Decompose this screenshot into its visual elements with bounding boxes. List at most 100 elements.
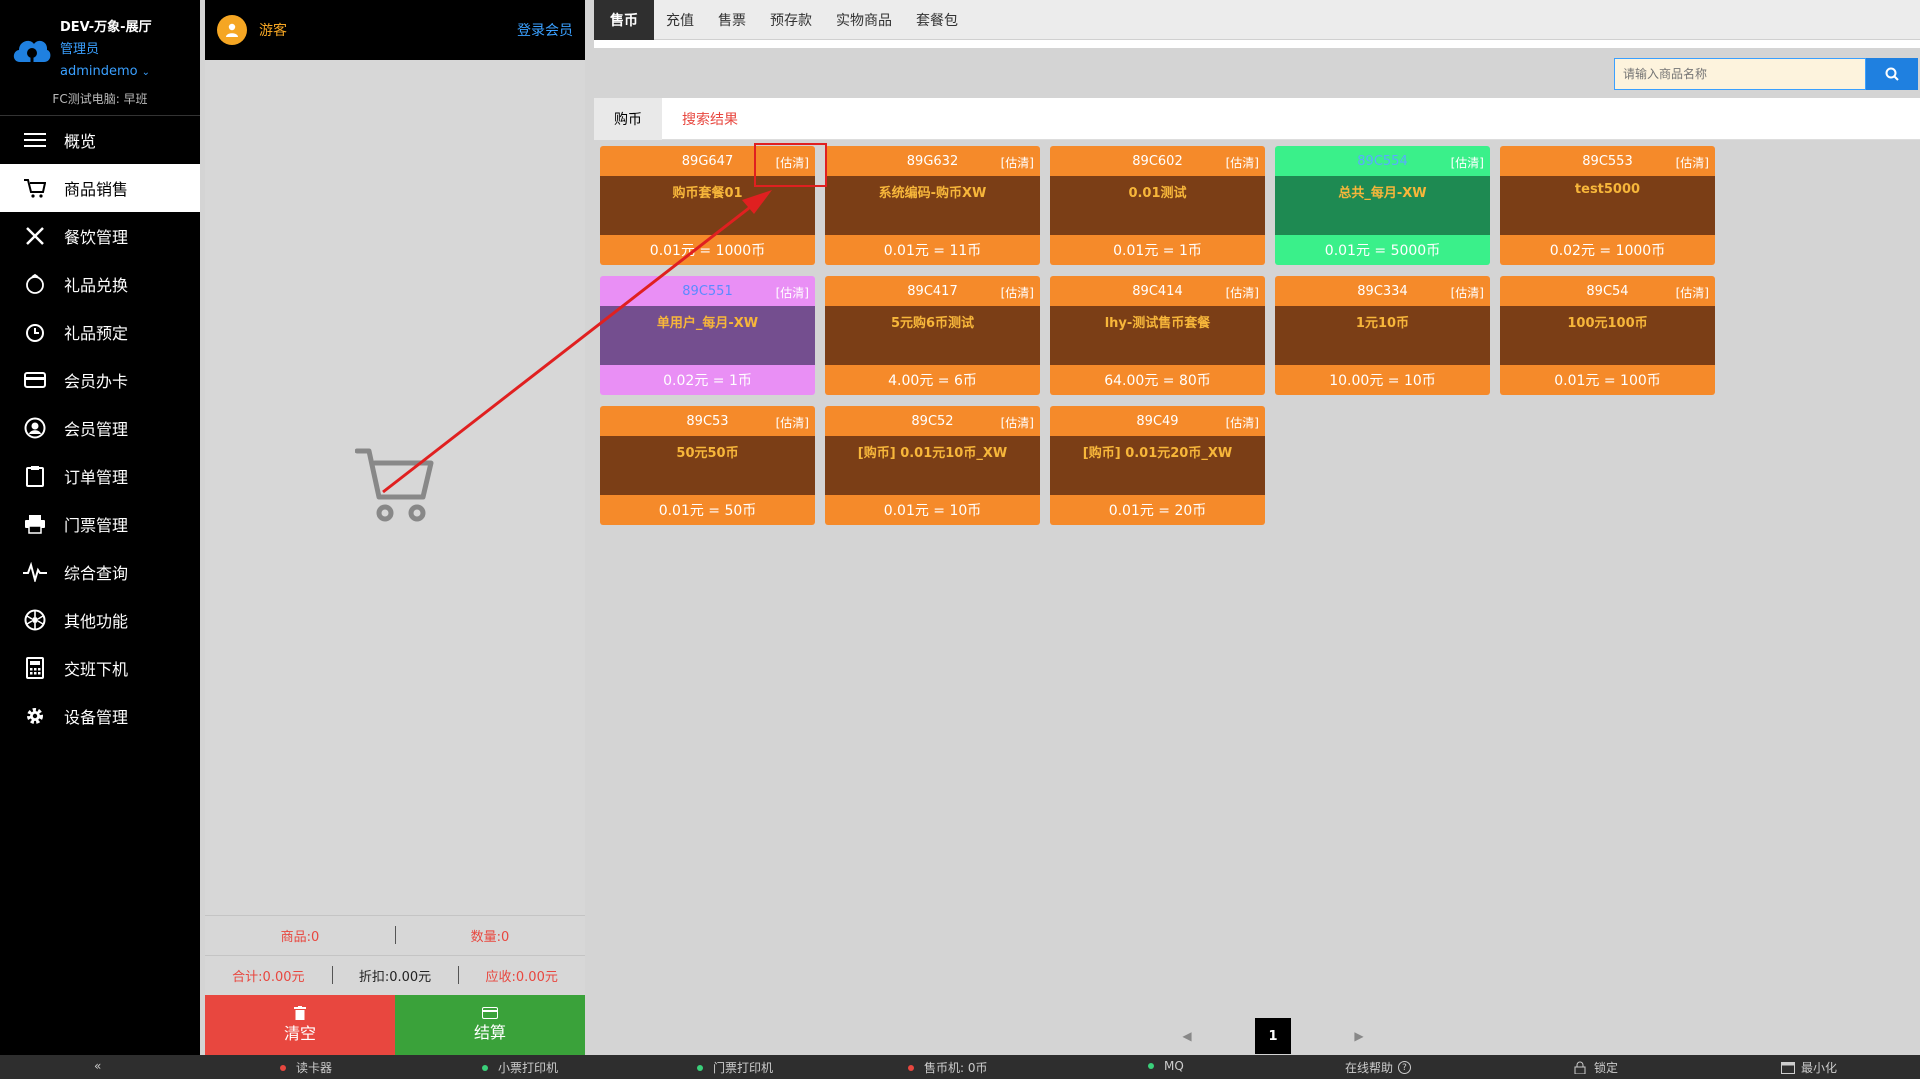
sidebar-item-10[interactable]: 其他功能: [0, 596, 200, 644]
product-card[interactable]: 89C417 [估清] 5元购6币测试 4.00元 = 6币: [825, 276, 1040, 395]
product-card[interactable]: 89C53 [估清] 50元50币 0.01元 = 50币: [600, 406, 815, 525]
calculator-icon: [22, 655, 48, 681]
product-price: 0.01元 = 10币: [883, 503, 982, 519]
status-card-reader: 读卡器: [280, 1059, 332, 1076]
subtab-search-results[interactable]: 搜索结果: [662, 98, 758, 140]
product-card-header: 89C554 [估清]: [1275, 146, 1490, 176]
username: admindemo: [60, 64, 138, 79]
tab-0[interactable]: 售币: [594, 0, 654, 40]
prev-page-icon[interactable]: ◀: [1169, 1018, 1205, 1054]
product-card[interactable]: 89C334 [估清] 1元10币 10.00元 = 10币: [1275, 276, 1490, 395]
stock-tag: [估清]: [1000, 286, 1034, 300]
product-code: 89C602: [1132, 153, 1183, 169]
store-name: DEV-万象-展厅: [60, 20, 152, 35]
person-icon: [226, 23, 238, 37]
product-card[interactable]: 89C49 [估清] [购币] 0.01元20币_XW 0.01元 = 20币: [1050, 406, 1265, 525]
card-reader-label: 读卡器: [296, 1061, 333, 1075]
tab-1[interactable]: 充值: [654, 0, 706, 40]
next-page-icon[interactable]: ▶: [1341, 1018, 1377, 1054]
printer-icon: [22, 511, 48, 537]
status-dot-icon: [908, 1064, 914, 1071]
stock-tag: [估清]: [1675, 286, 1709, 300]
quantity-count: 数量:0: [395, 926, 585, 945]
minimize-button[interactable]: 最小化: [1781, 1059, 1837, 1076]
lock-button[interactable]: 锁定: [1574, 1059, 1618, 1076]
cart-summary: 商品:0 数量:0 合计:0.00元 折扣:0.00元 应收:0.00元: [205, 915, 585, 995]
pagination: ◀ 1 ▶: [1169, 1018, 1377, 1054]
product-card[interactable]: 89C54 [估清] 100元100币 0.01元 = 100币: [1500, 276, 1715, 395]
help-label: 在线帮助: [1345, 1061, 1394, 1075]
tab-5[interactable]: 套餐包: [904, 0, 970, 40]
product-code: 89C414: [1132, 283, 1183, 299]
product-price: 10.00元 = 10币: [1329, 373, 1436, 389]
login-member-link[interactable]: 登录会员: [517, 20, 573, 40]
sidebar-item-8[interactable]: 门票管理: [0, 500, 200, 548]
tab-3[interactable]: 预存款: [758, 0, 824, 40]
cart-header: 游客 登录会员: [205, 0, 585, 60]
brand-block: DEV-万象-展厅 管理员 admindemo ⌄ FC测试电脑: 早班: [0, 0, 200, 116]
product-card[interactable]: 89C414 [估清] lhy-测试售币套餐 64.00元 = 80币: [1050, 276, 1265, 395]
product-card-header: 89C334 [估清]: [1275, 276, 1490, 306]
product-card[interactable]: 89C551 [估清] 单用户_每月-XW 0.02元 = 1币: [600, 276, 815, 395]
sidebar-item-4[interactable]: 礼品预定: [0, 308, 200, 356]
clear-button[interactable]: 清空: [205, 995, 395, 1055]
sidebar-item-6[interactable]: 会员管理: [0, 404, 200, 452]
stock-tag: [估清]: [1225, 286, 1259, 300]
search-button[interactable]: [1866, 58, 1918, 90]
search-bar: [1614, 58, 1918, 90]
product-card[interactable]: 89C553 [估清] test5000 0.02元 = 1000币: [1500, 146, 1715, 265]
product-card[interactable]: 89G632 [估清] 系统编码-购币XW 0.01元 = 11币: [825, 146, 1040, 265]
sidebar-item-9[interactable]: 综合查询: [0, 548, 200, 596]
tab-2[interactable]: 售票: [706, 0, 758, 40]
stock-tag: [估清]: [1000, 416, 1034, 430]
sidebar-item-7[interactable]: 订单管理: [0, 452, 200, 500]
sidebar-item-5[interactable]: 会员办卡: [0, 356, 200, 404]
mq-label: MQ: [1164, 1059, 1184, 1073]
product-card-header: 89C551 [估清]: [600, 276, 815, 306]
online-help-link[interactable]: 在线帮助?: [1345, 1059, 1412, 1076]
sidebar-item-2[interactable]: 餐饮管理: [0, 212, 200, 260]
search-icon: [1885, 67, 1899, 81]
stock-tag: [估清]: [1450, 156, 1484, 170]
gift-icon: [22, 271, 48, 297]
product-code: 89C551: [682, 283, 733, 299]
product-code: 89C49: [1136, 413, 1179, 429]
chevron-down-icon: ⌄: [141, 67, 150, 78]
sidebar-item-0[interactable]: 概览: [0, 116, 200, 164]
product-card[interactable]: 89C554 [估清] 总共_每月-XW 0.01元 = 5000币: [1275, 146, 1490, 265]
current-page[interactable]: 1: [1255, 1018, 1291, 1054]
checkout-button[interactable]: 结算: [395, 995, 585, 1055]
product-name: test5000: [1500, 176, 1715, 235]
product-search-input[interactable]: [1614, 58, 1866, 90]
product-name: 0.01测试: [1050, 176, 1265, 235]
sidebar-item-label: 会员办卡: [64, 372, 129, 391]
tab-divider: [594, 40, 1920, 48]
product-code: 89C553: [1582, 153, 1633, 169]
cloud-logo-icon: [13, 40, 51, 64]
product-name: [购币] 0.01元20币_XW: [1050, 436, 1265, 495]
pc-info: FC测试电脑: 早班: [52, 92, 148, 106]
sidebar-item-label: 礼品预定: [64, 324, 129, 343]
status-bar: « 读卡器 小票打印机 门票打印机 售币机: 0币 MQ 在线帮助? 锁定 最小…: [0, 1055, 1920, 1079]
user-menu[interactable]: admindemo ⌄: [60, 64, 150, 79]
product-code: 89C54: [1586, 283, 1629, 299]
product-card[interactable]: 89C52 [估清] [购币] 0.01元10币_XW 0.01元 = 10币: [825, 406, 1040, 525]
annotation-highlight-box: [754, 143, 827, 187]
collapse-sidebar-button[interactable]: «: [94, 1059, 101, 1073]
sub-tabs: 购币 搜索结果: [594, 97, 1920, 140]
sidebar-item-11[interactable]: 交班下机: [0, 644, 200, 692]
subtab-buy-coins[interactable]: 购币: [594, 97, 662, 140]
credit-card-icon: [482, 1007, 498, 1019]
tab-4[interactable]: 实物商品: [824, 0, 904, 40]
sidebar-item-12[interactable]: 设备管理: [0, 692, 200, 740]
product-card-header: 89C52 [估清]: [825, 406, 1040, 436]
sidebar-item-label: 门票管理: [64, 516, 129, 535]
status-dot-icon: [697, 1064, 703, 1071]
cart-actions: 清空 结算: [205, 995, 585, 1055]
product-name: 总共_每月-XW: [1275, 176, 1490, 235]
sidebar-item-1[interactable]: 商品销售: [0, 164, 200, 212]
status-ticket-printer: 门票打印机: [697, 1059, 773, 1076]
status-mq: MQ: [1148, 1059, 1184, 1073]
sidebar-item-3[interactable]: 礼品兑换: [0, 260, 200, 308]
product-card[interactable]: 89C602 [估清] 0.01测试 0.01元 = 1币: [1050, 146, 1265, 265]
